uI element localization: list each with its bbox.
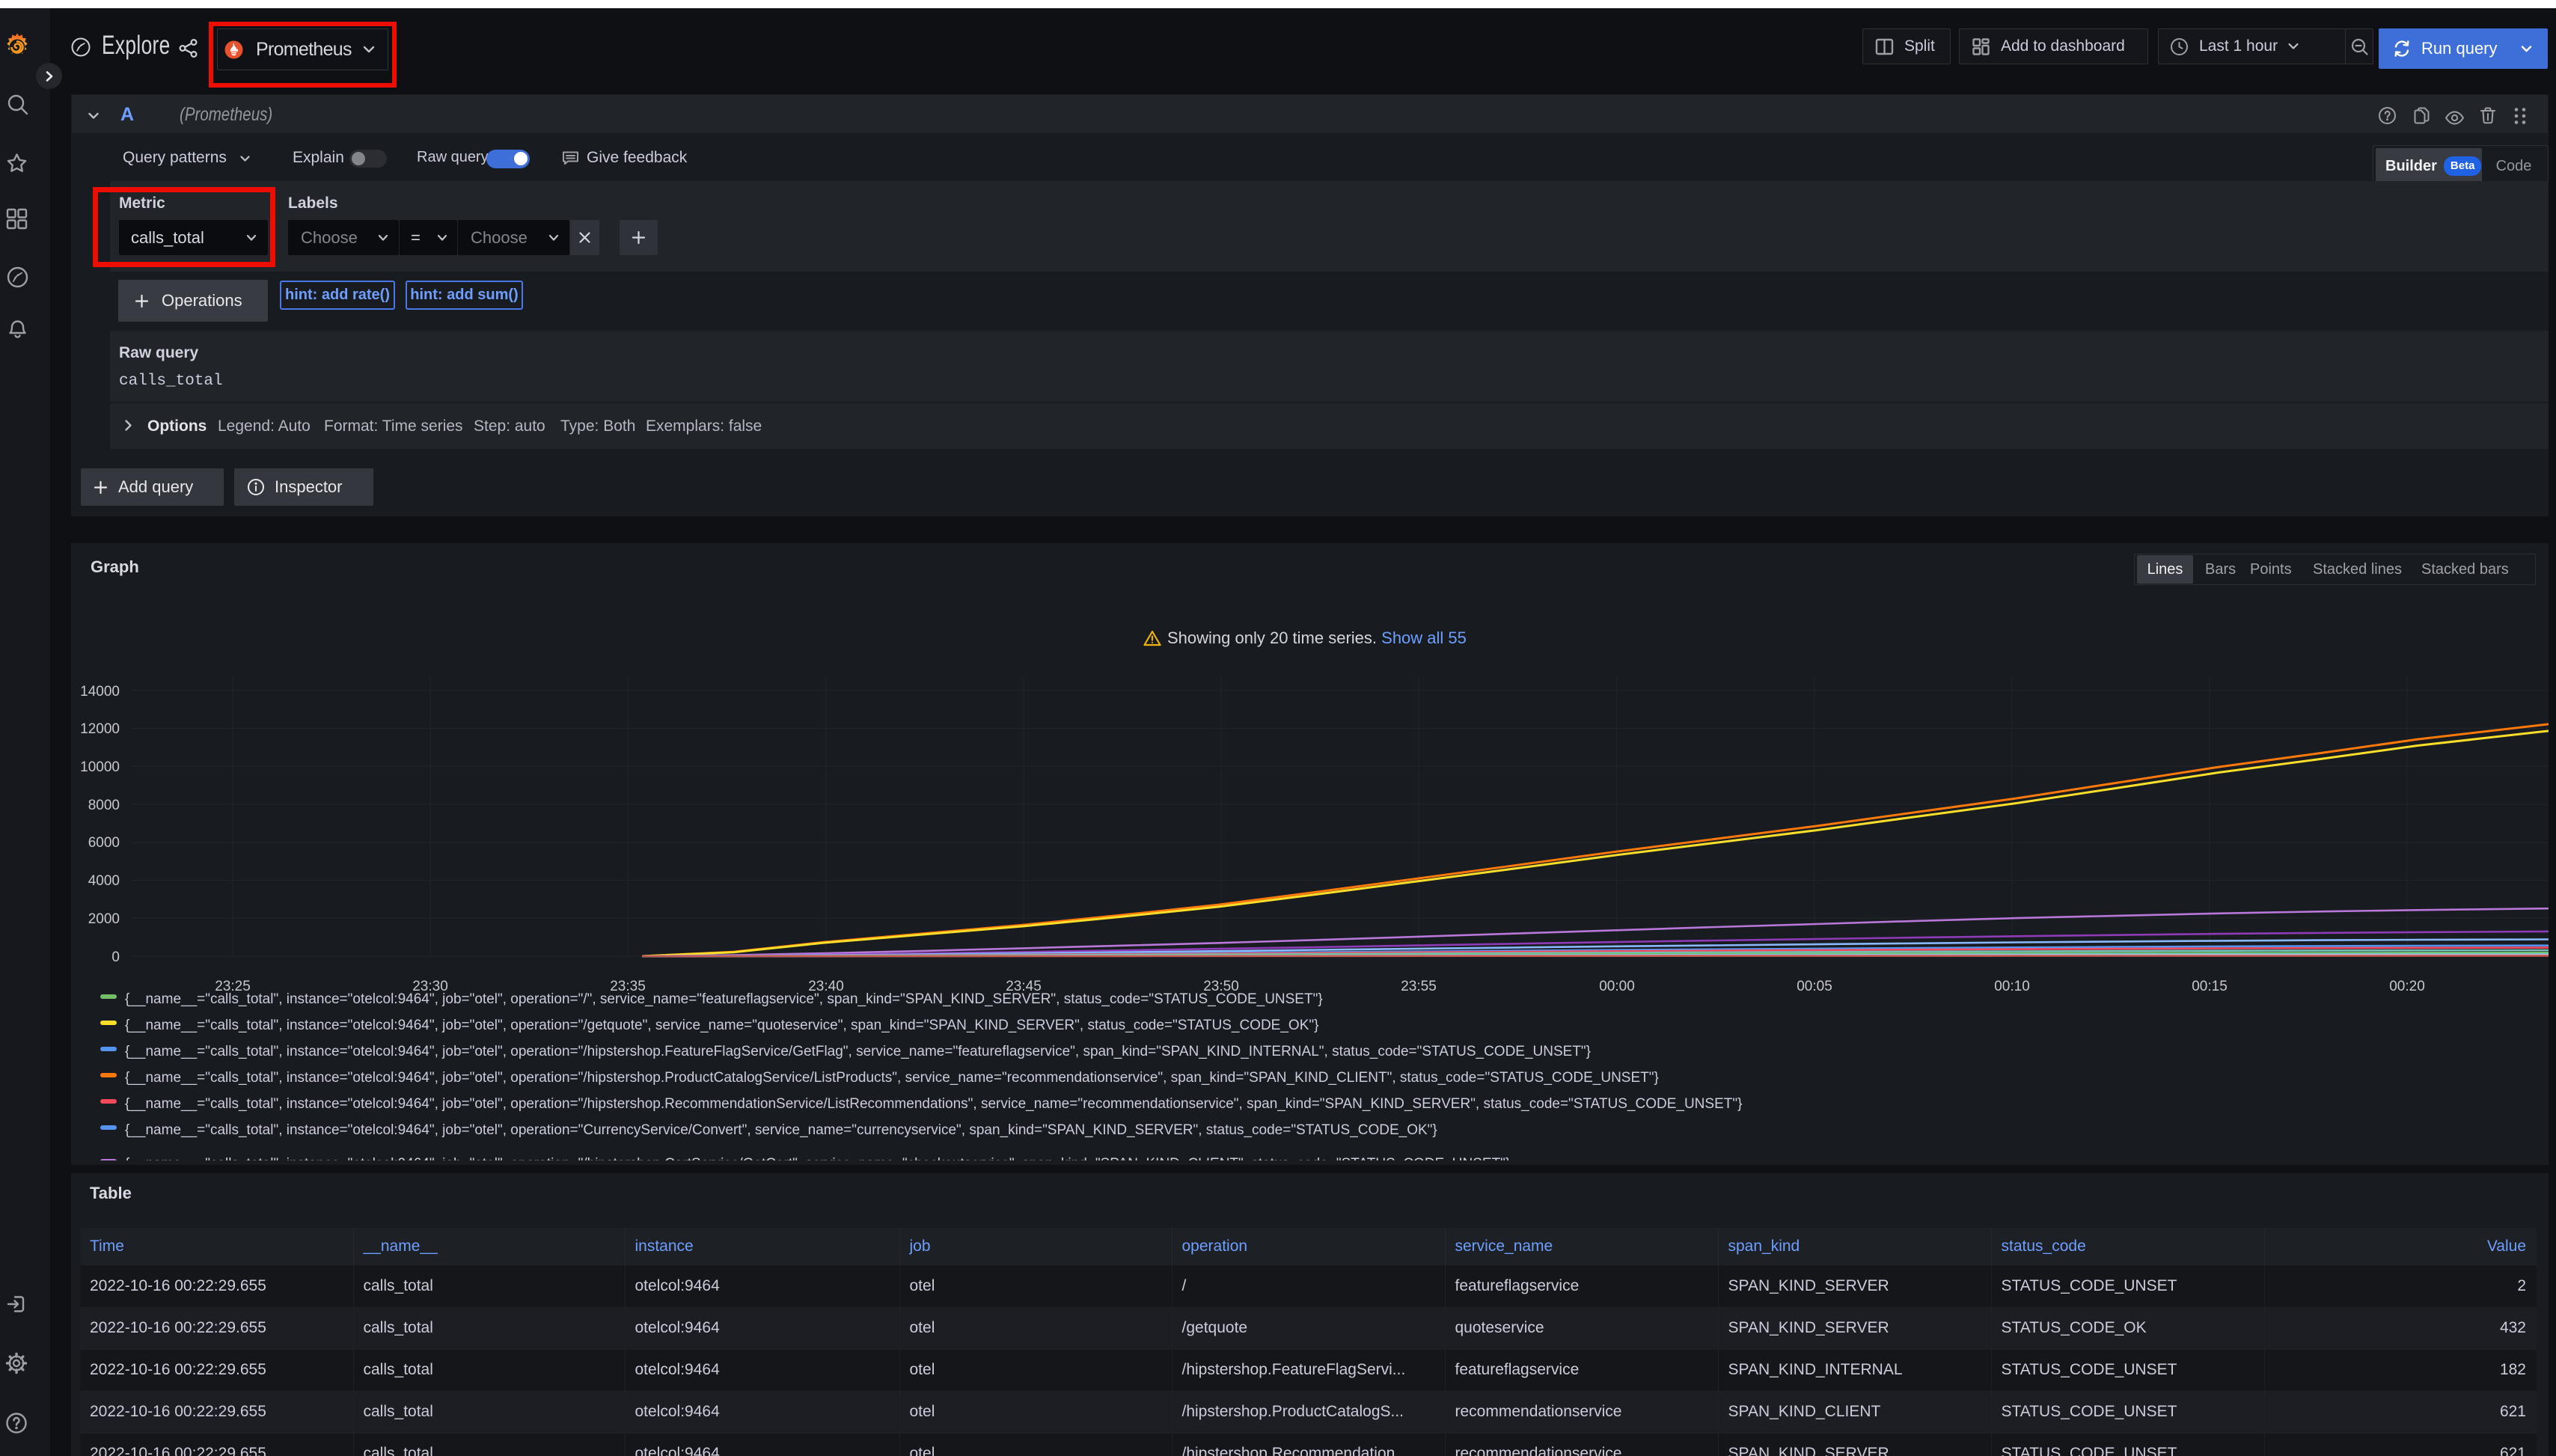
svg-text:2000: 2000 [88, 911, 120, 927]
svg-text:0: 0 [111, 949, 120, 965]
svg-text:10000: 10000 [80, 759, 120, 775]
svg-text:8000: 8000 [88, 798, 120, 813]
svg-text:12000: 12000 [80, 721, 120, 737]
svg-text:14000: 14000 [80, 684, 120, 700]
svg-text:6000: 6000 [88, 835, 120, 851]
svg-text:4000: 4000 [88, 873, 120, 889]
